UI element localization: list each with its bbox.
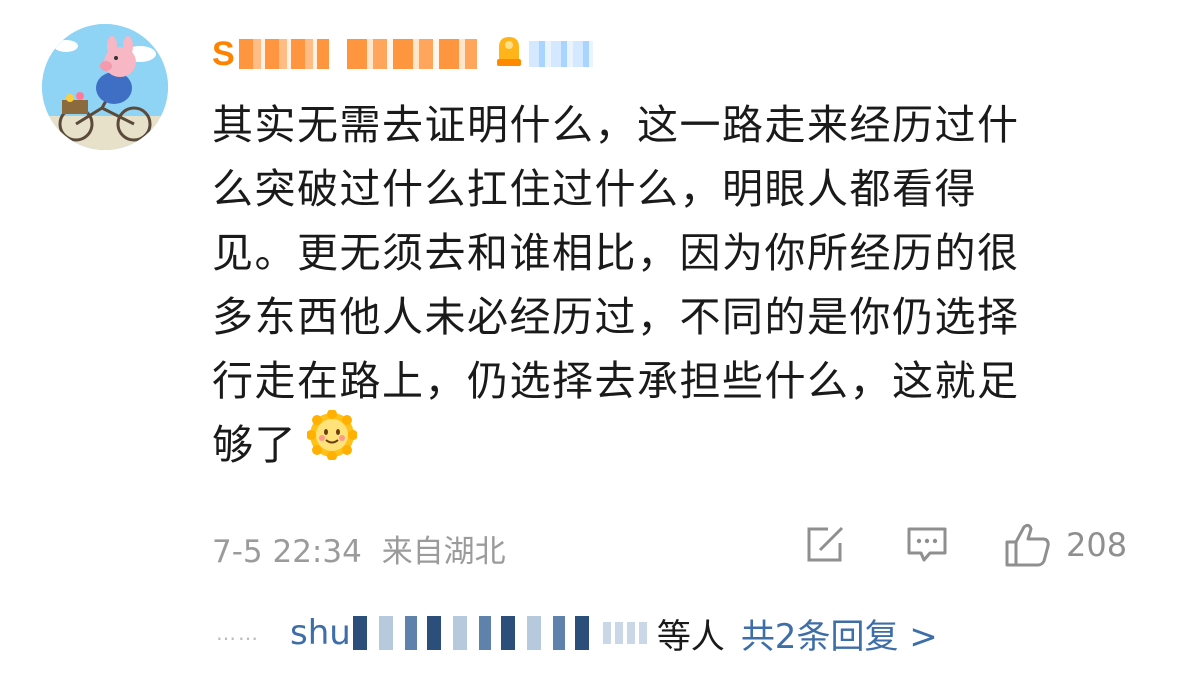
- like-button[interactable]: 208: [1004, 522, 1127, 568]
- member-badge-icon[interactable]: [495, 35, 523, 73]
- username[interactable]: S: [212, 35, 235, 74]
- view-replies-link[interactable]: 共2条回复 >: [741, 609, 938, 658]
- reply-author[interactable]: shu: [290, 613, 351, 653]
- username-blurred: [238, 39, 329, 69]
- username-row[interactable]: S: [212, 30, 593, 78]
- like-count: 208: [1066, 526, 1128, 564]
- comment-line: 么突破过什么扛住过什么，明眼人都看得: [212, 165, 977, 213]
- reply-suffix: 等人: [656, 616, 725, 657]
- thumbs-up-icon: [1005, 523, 1050, 567]
- comment-line: 多东西他人未必经历过，不同的是你仍选择: [212, 293, 1020, 341]
- action-bar: 208: [0, 522, 1179, 572]
- comment-line: 其实无需去证明什么，这一路走来经历过什: [212, 101, 1020, 149]
- username-blurred-2: [346, 39, 477, 69]
- smiling-sun-emoji-icon: [306, 409, 358, 478]
- replies-summary[interactable]: …… shu 等人 共2条回复 >: [216, 606, 938, 660]
- comment-bubble-icon: [907, 527, 947, 562]
- replies-dots: ……: [216, 621, 260, 645]
- share-button[interactable]: [804, 525, 846, 565]
- comment-button[interactable]: [906, 525, 948, 565]
- comment-line-text: 够了: [212, 421, 297, 469]
- share-edit-icon: [807, 526, 844, 562]
- comment-text: 其实无需去证明什么，这一路走来经历过什 么突破过什么扛住过什么，明眼人都看得 见…: [212, 93, 1132, 482]
- reply-author-blurred: [352, 616, 593, 650]
- comment-line: 见。更无须去和谁相比，因为你所经历的很: [212, 229, 1020, 277]
- comment-line-last: 够了: [212, 409, 1132, 482]
- reply-author-blurred-2: [602, 622, 651, 644]
- comment-line: 行走在路上，仍选择去承担些什么，这就足: [212, 357, 1020, 405]
- badge-blurred: [528, 41, 593, 67]
- avatar[interactable]: [42, 24, 168, 150]
